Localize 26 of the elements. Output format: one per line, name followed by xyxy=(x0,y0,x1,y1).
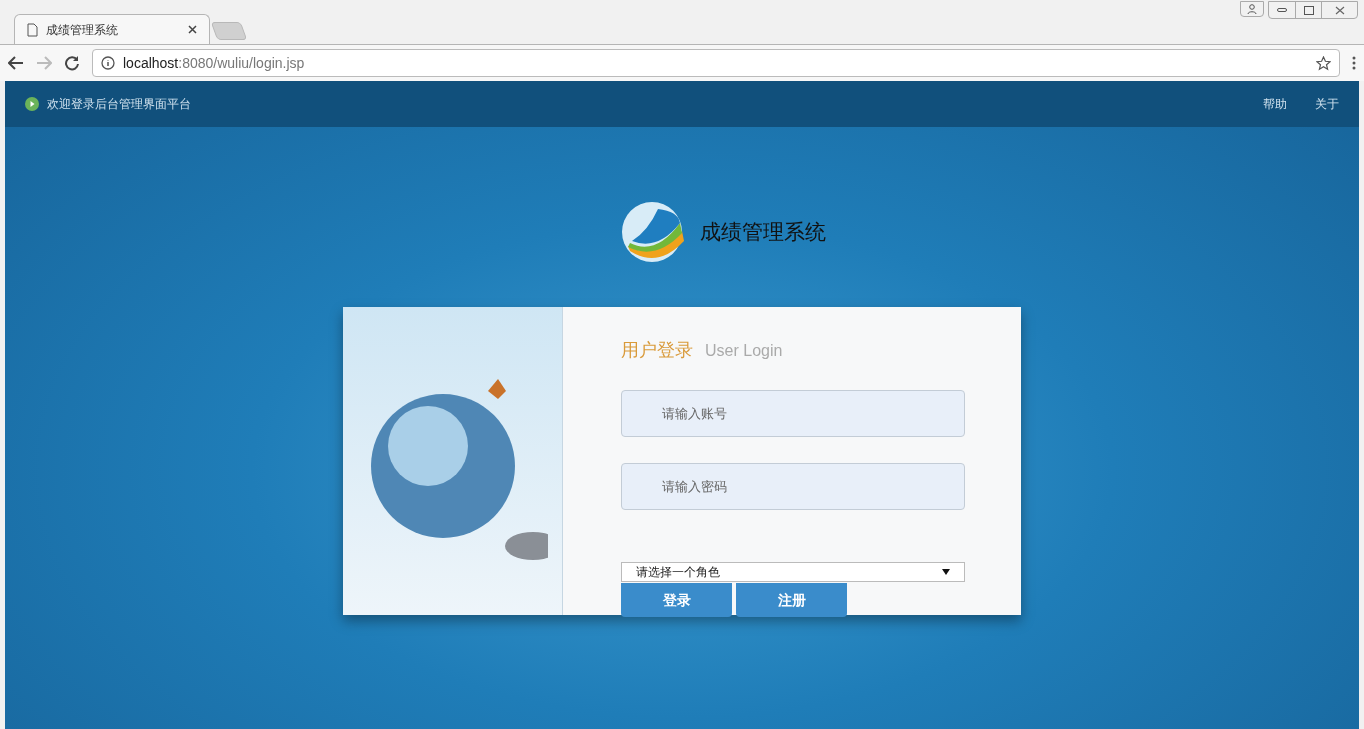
browser-tab[interactable]: 成绩管理系统 xyxy=(14,14,210,44)
bookmark-star-icon[interactable] xyxy=(1316,55,1331,71)
login-heading: 用户登录 xyxy=(621,339,693,362)
login-button[interactable]: 登录 xyxy=(621,583,732,617)
dropdown-arrow-icon xyxy=(942,569,950,575)
login-heading-english: User Login xyxy=(705,341,783,361)
role-select[interactable]: 请选择一个角色 xyxy=(621,562,965,582)
play-icon xyxy=(25,97,39,111)
account-field[interactable]: 请输入账号 xyxy=(621,390,965,437)
info-icon xyxy=(101,56,115,70)
menu-icon[interactable] xyxy=(1352,56,1356,70)
register-button[interactable]: 注册 xyxy=(736,583,847,617)
url-text: localhost:8080/wuliu/login.jsp xyxy=(123,53,306,73)
close-icon xyxy=(1334,5,1345,15)
nav-link[interactable]: 关于 xyxy=(1315,95,1339,113)
welcome-text: 欢迎登录后台管理界面平台 xyxy=(47,96,191,113)
profile-button[interactable] xyxy=(1240,1,1264,17)
system-title: 成绩管理系统 xyxy=(700,219,826,246)
person-icon xyxy=(1247,4,1257,14)
page-icon xyxy=(27,22,38,37)
back-icon[interactable] xyxy=(8,56,24,70)
close-tab-icon[interactable] xyxy=(188,25,197,34)
password-field[interactable]: 请输入密码 xyxy=(621,463,965,510)
address-bar[interactable]: localhost:8080/wuliu/login.jsp xyxy=(92,49,1340,77)
reload-icon[interactable] xyxy=(64,55,80,71)
nav-link[interactable]: 帮助 xyxy=(1263,95,1287,113)
